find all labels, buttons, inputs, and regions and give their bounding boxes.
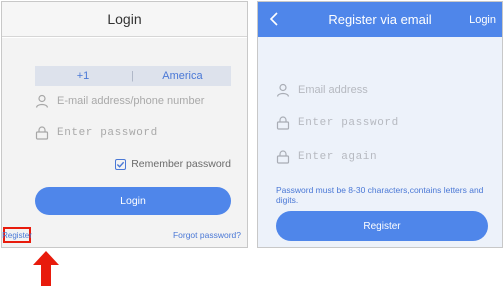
password-input[interactable]: Enter password <box>57 127 158 139</box>
user-icon <box>276 83 290 97</box>
register-button[interactable]: Register <box>276 211 488 241</box>
confirm-password-input[interactable]: Enter again <box>298 151 377 163</box>
register-password-field[interactable]: Enter password <box>276 116 399 130</box>
account-field[interactable]: E-mail address/phone number <box>35 94 204 108</box>
remember-password[interactable]: Remember password <box>115 158 231 170</box>
lock-icon <box>35 126 49 140</box>
lock-icon <box>276 116 290 130</box>
remember-checkbox[interactable] <box>115 158 127 170</box>
forgot-password-link[interactable]: Forgot password? <box>173 230 241 240</box>
email-field[interactable]: Email address <box>276 83 368 97</box>
register-title: Register via email <box>328 12 432 27</box>
check-icon <box>117 161 125 168</box>
login-button[interactable]: Login <box>35 187 231 215</box>
country-name: America <box>162 70 203 82</box>
account-input[interactable]: E-mail address/phone number <box>57 95 204 107</box>
register-password-input[interactable]: Enter password <box>298 117 399 129</box>
remember-label: Remember password <box>131 158 231 170</box>
register-screen: Register via email Login Email address E… <box>257 1 503 248</box>
email-input[interactable]: Email address <box>298 84 368 96</box>
page-title: Login <box>107 11 142 27</box>
password-field[interactable]: Enter password <box>35 126 158 140</box>
country-selector[interactable]: +1 | America <box>35 66 231 86</box>
login-link[interactable]: Login <box>469 14 496 26</box>
register-link[interactable]: Register <box>2 227 32 243</box>
user-icon <box>35 94 49 108</box>
login-screen: Login +1 | America E-mail address/phone … <box>1 1 248 248</box>
register-header: Register via email Login <box>258 2 502 37</box>
country-code: +1 <box>76 70 90 82</box>
password-hint: Password must be 8-30 characters,contain… <box>276 185 484 205</box>
confirm-password-field[interactable]: Enter again <box>276 150 377 164</box>
lock-icon <box>276 150 290 164</box>
login-header: Login <box>2 2 247 37</box>
login-body: +1 | America E-mail address/phone number… <box>2 38 247 247</box>
arrow-up-icon <box>32 250 60 286</box>
